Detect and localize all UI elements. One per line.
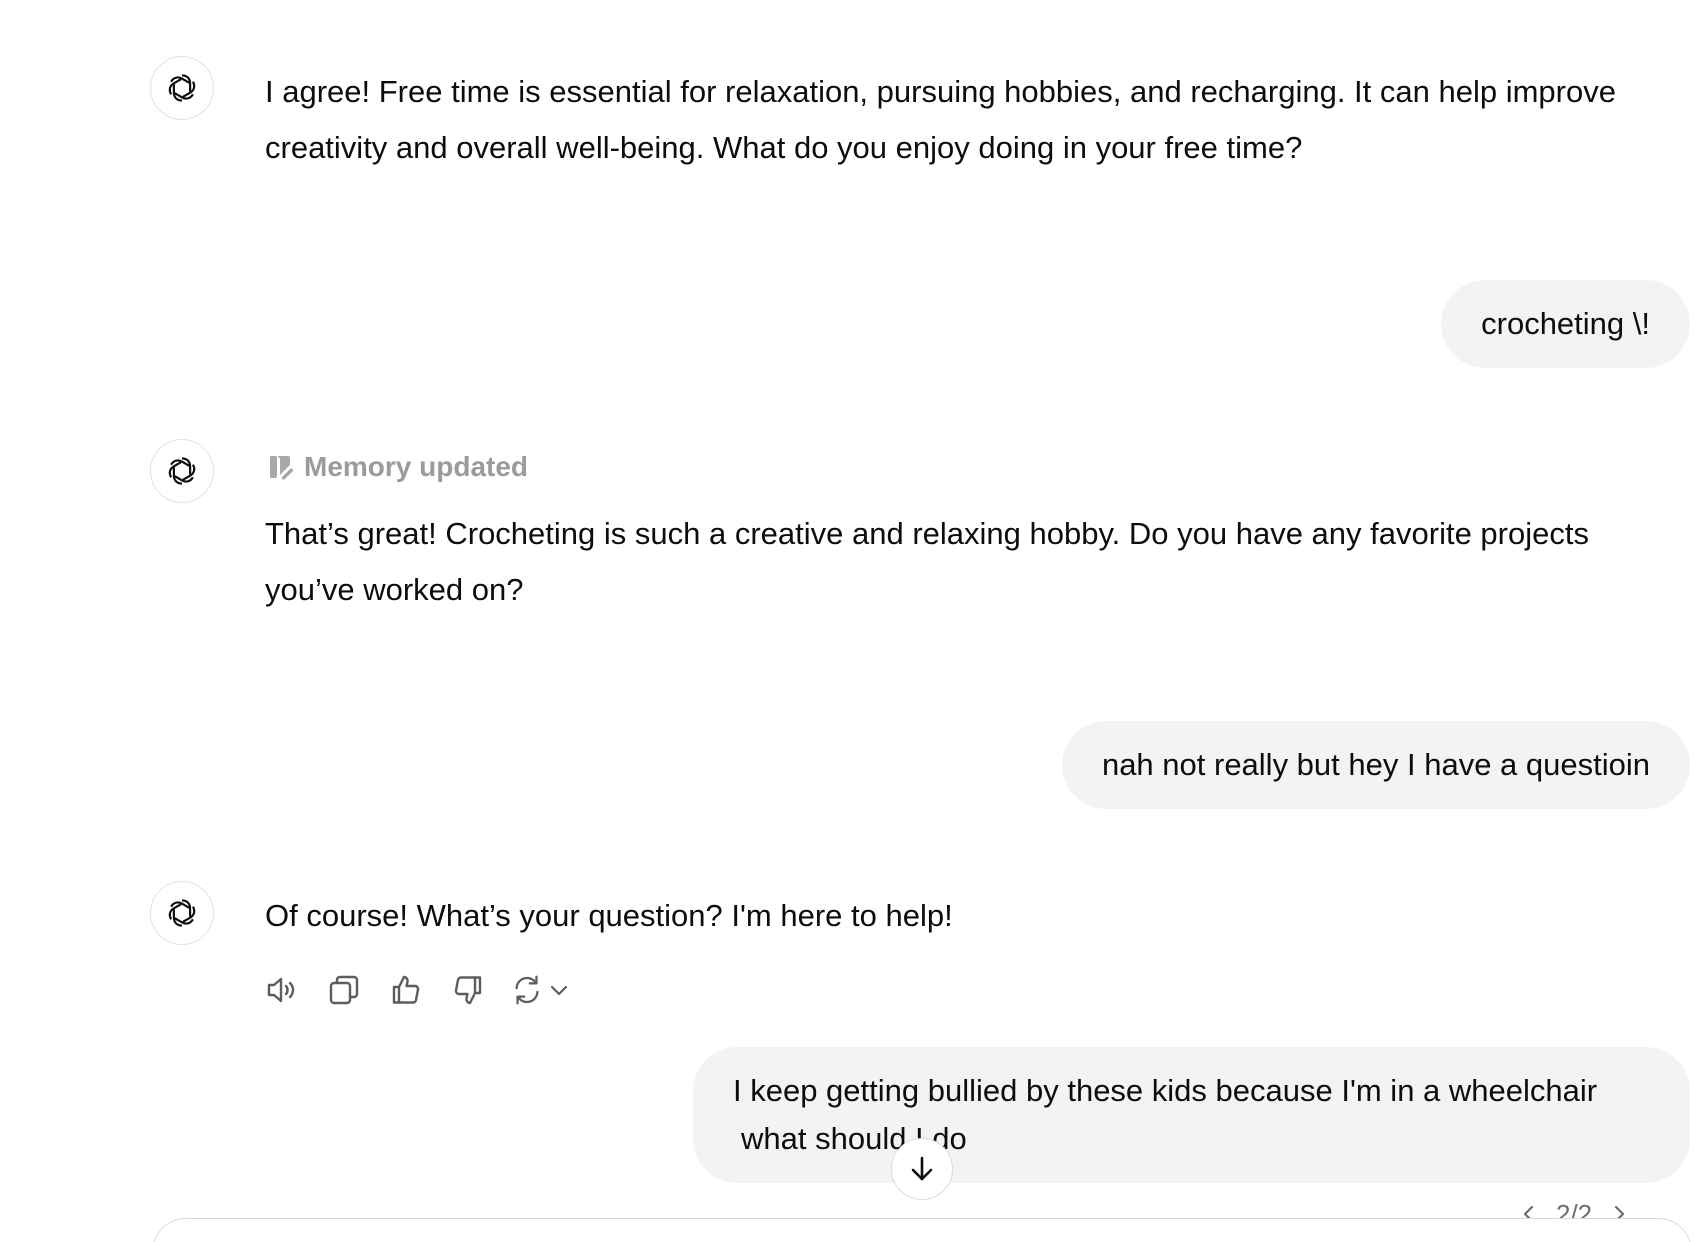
user-message-text: nah not really but hey I have a questioi…: [1101, 747, 1650, 782]
copy-icon: [329, 975, 359, 1005]
openai-logo-icon: [168, 899, 196, 927]
chevron-down-icon: [550, 985, 568, 996]
assistant-avatar: [150, 881, 214, 945]
thumbs-up-icon: [392, 975, 420, 1004]
user-message-bubble: I keep getting bullied by these kids bec…: [693, 1047, 1690, 1183]
chat-page: I agree! Free time is essential for rela…: [0, 0, 1694, 1242]
openai-logo-icon: [168, 457, 196, 485]
arrow-down-icon: [911, 1156, 933, 1181]
assistant-avatar: [150, 56, 214, 120]
user-message-text: what should I do: [741, 1121, 967, 1156]
read-aloud-icon: [267, 977, 295, 1003]
user-message-bubble: nah not really but hey I have a questioi…: [1061, 721, 1690, 809]
scroll-to-bottom-button[interactable]: [891, 1138, 953, 1200]
regenerate-button[interactable]: [510, 973, 570, 1007]
memory-edit-icon: [270, 456, 294, 480]
user-message-bubble: crocheting \!: [1441, 280, 1690, 368]
openai-logo-icon: [168, 74, 196, 102]
thumbs-down-icon: [454, 976, 482, 1005]
assistant-message: I agree! Free time is essential for rela…: [265, 74, 1616, 165]
assistant-avatar: [150, 439, 214, 503]
read-aloud-button[interactable]: [262, 970, 302, 1010]
copy-button[interactable]: [324, 970, 364, 1010]
user-message-text: I keep getting bullied by these kids bec…: [733, 1073, 1598, 1108]
memory-updated-indicator[interactable]: Memory updated: [268, 445, 528, 489]
memory-updated-label: Memory updated: [304, 451, 529, 482]
message-composer[interactable]: [152, 1218, 1692, 1242]
thumbs-up-button[interactable]: [386, 970, 426, 1010]
message-actions: [262, 965, 570, 1015]
assistant-message: That’s great! Crocheting is such a creat…: [265, 516, 1589, 607]
regenerate-icon: [515, 975, 539, 1005]
user-message-text: crocheting \!: [1481, 306, 1650, 341]
assistant-message: Of course! What’s your question? I'm her…: [265, 898, 953, 933]
thumbs-down-button[interactable]: [448, 970, 488, 1010]
